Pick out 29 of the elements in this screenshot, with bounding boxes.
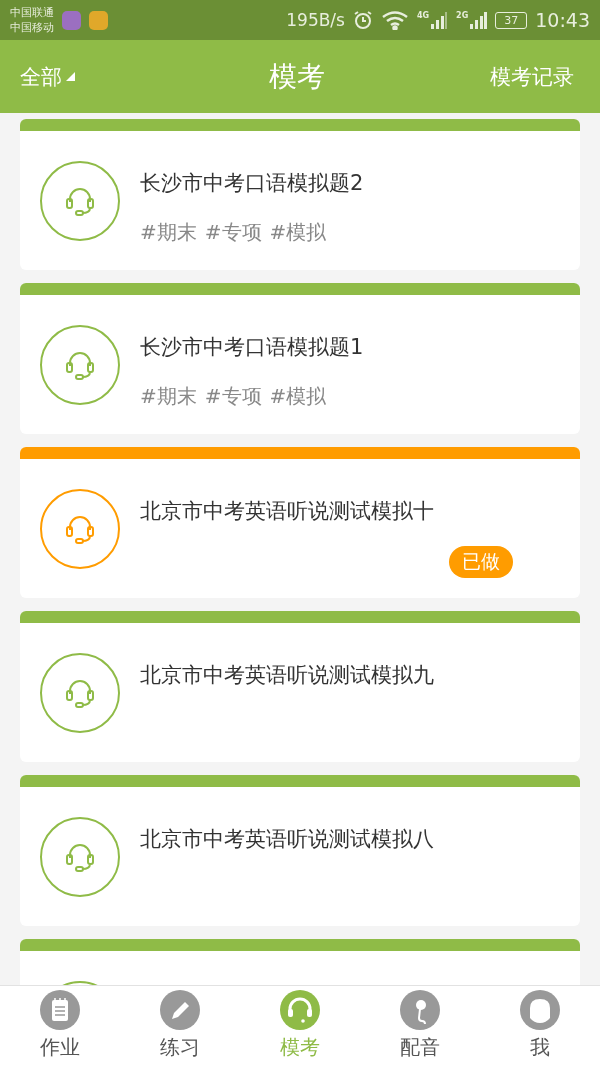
done-badge: 已做: [449, 546, 513, 578]
exam-card[interactable]: 长沙市中考口语模拟题2 #期末 #专项 #模拟: [20, 119, 580, 270]
nav-tab[interactable]: 配音: [375, 986, 465, 1067]
nav-tab[interactable]: 我: [495, 986, 585, 1067]
exam-card[interactable]: 北京市中考英语听说测试模拟九: [20, 611, 580, 762]
exam-title: 北京市中考英语听说测试模拟八: [140, 826, 434, 853]
network-type: 2G: [456, 11, 469, 20]
network-speed: 195B/s: [286, 10, 345, 30]
network-type: 4G: [416, 11, 430, 20]
exam-title: 长沙市中考口语模拟题1: [140, 334, 364, 361]
exam-tag: #期末: [140, 219, 197, 246]
exam-card[interactable]: 长沙市中考口语模拟题1 #期末 #专项 #模拟: [20, 283, 580, 434]
nav-tab[interactable]: 练习: [135, 986, 225, 1067]
carrier-name: 中国联通: [10, 5, 54, 20]
exam-card[interactable]: 北京市中考英语听说测试模拟八: [20, 775, 580, 926]
exam-tag: #专项: [204, 383, 262, 410]
carrier-name: 中国移动: [10, 20, 54, 35]
battery-level: 37: [495, 11, 528, 29]
exam-title: 长沙市中考口语模拟题2: [140, 170, 364, 197]
clock-time: 10:43: [535, 9, 590, 31]
exam-tag: #期末: [140, 383, 197, 410]
nav-tab[interactable]: 作业: [15, 986, 105, 1067]
exam-card[interactable]: 北京市中考英语听说测试模拟十 已做: [20, 447, 580, 598]
exam-title: 北京市中考英语听说测试模拟九: [140, 662, 434, 689]
exam-tag: #专项: [204, 219, 262, 246]
page-title: 模考: [269, 58, 325, 95]
exam-tag: #模拟: [269, 219, 327, 246]
exam-title: 北京市中考英语听说测试模拟十: [140, 498, 434, 525]
exam-tag: #模拟: [269, 383, 327, 410]
